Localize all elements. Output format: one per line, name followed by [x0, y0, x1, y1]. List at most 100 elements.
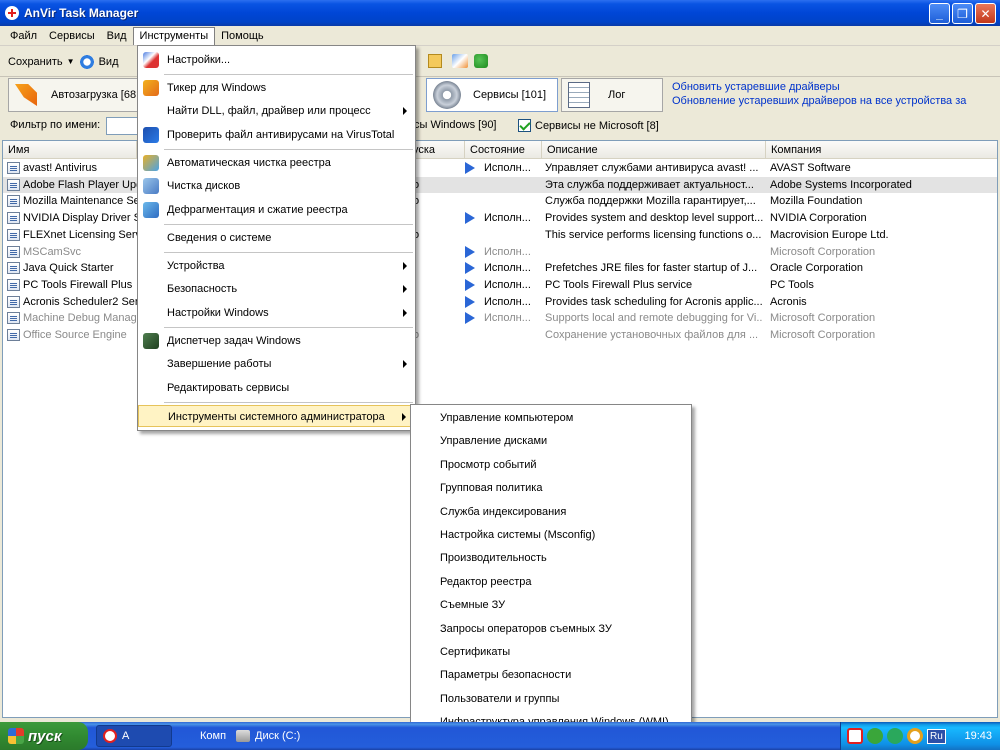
refresh-icon[interactable] [78, 53, 95, 70]
tools-menu-item[interactable]: Автоматическая чистка реестра [138, 152, 415, 174]
cell-name: avast! Antivirus [23, 162, 97, 174]
menu-separator [164, 252, 413, 253]
cell-state [484, 327, 540, 343]
language-indicator[interactable]: Ru [927, 728, 946, 744]
admin-submenu-item[interactable]: Съемные ЗУ [411, 594, 691, 617]
cell-description: PC Tools Firewall Plus service [545, 278, 693, 291]
column-company[interactable]: Компания [766, 141, 997, 159]
spellcheck-icon[interactable] [452, 54, 468, 68]
admin-submenu-item[interactable]: Пользователи и группы [411, 688, 691, 711]
admin-submenu-item[interactable]: Запросы операторов съемных ЗУ [411, 618, 691, 641]
tools-menu-item[interactable]: Тикер для Windows [138, 77, 415, 99]
menu-separator [164, 402, 413, 403]
tab-log[interactable]: Лог [561, 78, 663, 112]
admin-submenu-item[interactable]: Управление дисками [411, 430, 691, 453]
admin-submenu-item[interactable]: Служба индексирования [411, 501, 691, 524]
save-button[interactable]: Сохранить ▼ [4, 56, 79, 68]
cell-state: Исполн... [484, 295, 531, 308]
cell-start: о [413, 329, 420, 341]
cell-description: Provides task scheduling for Acronis app… [545, 295, 763, 308]
security-tray-icon[interactable] [907, 728, 923, 744]
taskbar-computer-button[interactable]: Комп [194, 725, 226, 747]
taskbar: пуск А Комп Диск (C:) Ru 19:43 [0, 722, 1000, 750]
cell-start [413, 244, 463, 260]
checkbox-checked-icon[interactable] [518, 119, 531, 132]
cell-start [413, 294, 463, 310]
admin-submenu-item[interactable]: Просмотр событий [411, 454, 691, 477]
acronis-icon [7, 295, 20, 308]
admin-submenu-item[interactable]: Сертификаты [411, 641, 691, 664]
menu-help[interactable]: Помощь [215, 27, 270, 45]
update-all-drivers-link[interactable]: Обновление устаревших драйверов на все у… [672, 94, 966, 108]
disk-clean-icon [143, 178, 159, 194]
tab-services[interactable]: Сервисы [101] [426, 78, 558, 112]
service-icon [7, 195, 20, 208]
column-start[interactable]: уска [408, 141, 465, 159]
cell-company: Mozilla Foundation [770, 195, 863, 208]
tools-menu-item[interactable]: Инструменты системного администратора [138, 405, 415, 427]
admin-submenu-item[interactable]: Производительность [411, 547, 691, 570]
tools-menu-item-label: Дефрагментация и сжатие реестра [167, 204, 348, 216]
column-name[interactable]: Имя [3, 141, 137, 159]
service-icon [7, 162, 20, 174]
tools-menu-item[interactable]: Сведения о системе [138, 227, 415, 249]
cell-state: Исполн... [484, 212, 531, 225]
tools-menu-item[interactable]: Проверить файл антивирусами на VirusTota… [138, 124, 415, 146]
tools-menu-item[interactable]: Безопасность [138, 278, 415, 300]
cell-start [413, 277, 463, 293]
tab-autostart[interactable]: Автозагрузка [68 [8, 78, 138, 112]
tools-menu-item[interactable]: Дефрагментация и сжатие реестра [138, 199, 415, 221]
taskbar-anvir-button[interactable]: А [96, 725, 172, 747]
tools-menu-item[interactable]: Устройства [138, 255, 415, 277]
driver-update-links: Обновить устаревшие драйверы Обновление … [672, 80, 966, 108]
admin-submenu-item[interactable]: Редактор реестра [411, 571, 691, 594]
autostart-arrow-icon [15, 84, 37, 106]
tools-menu-item[interactable]: Редактировать сервисы [138, 377, 415, 399]
column-description[interactable]: Описание [542, 141, 766, 159]
admin-submenu-item[interactable]: Настройка системы (Msconfig) [411, 524, 691, 547]
tools-menu-item[interactable]: Завершение работы [138, 353, 415, 375]
tools-menu-item[interactable]: Чистка дисков [138, 175, 415, 197]
cell-name: PC Tools Firewall Plus [23, 278, 133, 291]
tools-menu-item[interactable]: Диспетчер задач Windows [138, 330, 415, 352]
column-state[interactable]: Состояние [465, 141, 542, 159]
maximize-button[interactable]: ❐ [952, 3, 973, 24]
cell-name: Office Source Engine [23, 329, 127, 341]
cell-state: Исполн... [484, 162, 531, 174]
chevron-down-icon[interactable]: ▼ [67, 57, 75, 66]
anvir-tray-icon[interactable] [847, 728, 863, 744]
tools-menu-item[interactable]: Настройки... [138, 49, 415, 71]
start-button[interactable]: пуск [0, 722, 88, 750]
close-button[interactable]: ✕ [975, 3, 996, 24]
tab-services-label: Сервисы [101] [473, 89, 547, 101]
cell-start: о [413, 228, 420, 241]
menu-file[interactable]: Файл [4, 27, 43, 45]
view-button[interactable]: Вид [95, 56, 123, 68]
system-tray: Ru 19:43 [840, 722, 1000, 750]
start-label: пуск [28, 727, 62, 745]
network-tray-icon[interactable] [887, 728, 903, 744]
update-drivers-link[interactable]: Обновить устаревшие драйверы [672, 80, 966, 94]
service-icon [7, 212, 20, 225]
submenu-arrow-icon [403, 309, 407, 317]
tools-menu-item[interactable]: Настройки Windows [138, 302, 415, 324]
windows-services-label: сы Windows [90] [414, 119, 497, 131]
utorrent-tray-icon[interactable] [867, 728, 883, 744]
save-label: Сохранить [8, 55, 63, 68]
tools-menu-item[interactable]: Найти DLL, файл, драйвер или процесс [138, 100, 415, 122]
menu-view[interactable]: Вид [101, 27, 133, 45]
minimize-button[interactable]: _ [929, 3, 950, 24]
anvir-app-icon[interactable] [5, 6, 19, 20]
taskbar-disk-c-button[interactable]: Диск (C:) [230, 725, 340, 747]
menu-tools[interactable]: Инструменты [132, 26, 216, 45]
recycle-icon[interactable] [474, 54, 488, 68]
cell-state: Исполн... [484, 262, 531, 275]
admin-submenu-item[interactable]: Параметры безопасности [411, 664, 691, 687]
cell-name: MSCamSvc [23, 245, 82, 258]
admin-submenu-item[interactable]: Управление компьютером [411, 407, 691, 430]
menu-services[interactable]: Сервисы [43, 27, 101, 45]
menu-bar: Файл Сервисы Вид Инструменты Помощь [0, 26, 1000, 46]
non-ms-services-checkbox[interactable]: Сервисы не Microsoft [8] [518, 119, 659, 132]
admin-submenu-item[interactable]: Групповая политика [411, 477, 691, 500]
submenu-arrow-icon [403, 262, 407, 270]
